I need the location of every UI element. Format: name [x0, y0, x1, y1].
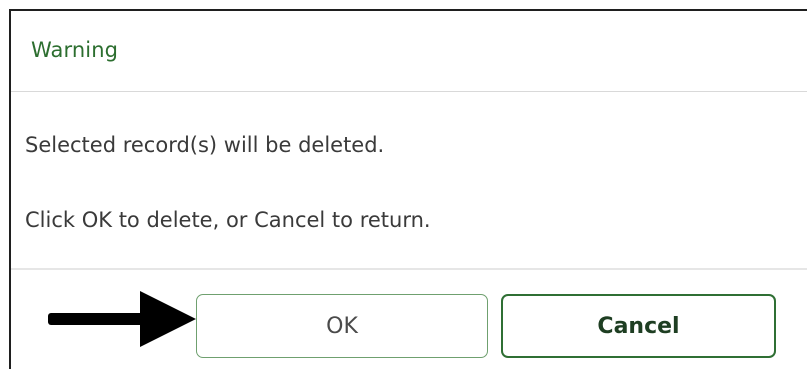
ok-button[interactable]: OK [196, 294, 488, 358]
dialog-header: Warning [11, 11, 807, 92]
arrow-right-icon [48, 291, 196, 347]
dialog-message-line-1: Selected record(s) will be deleted. [25, 133, 385, 157]
cancel-button[interactable]: Cancel [501, 294, 776, 358]
dialog-title: Warning [31, 38, 119, 62]
dialog-message-line-2: Click OK to delete, or Cancel to return. [25, 208, 431, 232]
dialog-body: Selected record(s) will be deleted. Clic… [11, 92, 807, 268]
